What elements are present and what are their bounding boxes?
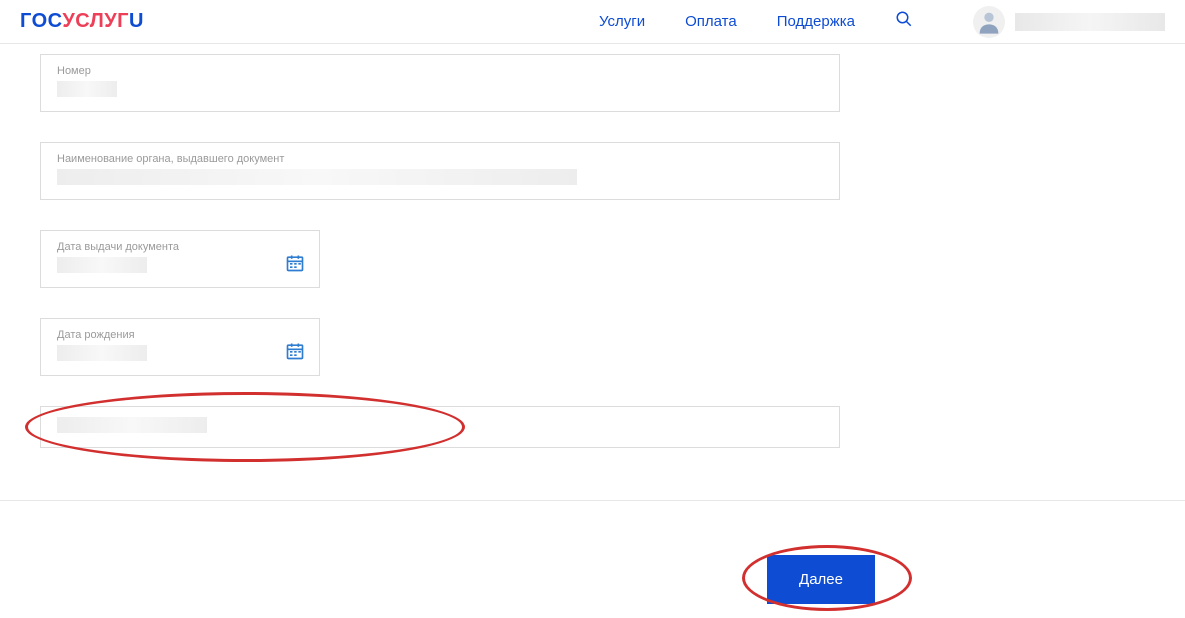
birth-date-label: Дата рождения <box>57 329 303 341</box>
calendar-icon[interactable] <box>285 253 305 278</box>
user-name <box>1015 13 1165 31</box>
issue-date-value <box>57 257 147 273</box>
footer-button-wrap: Далее <box>767 555 875 604</box>
issue-date-field[interactable]: Дата выдачи документа <box>40 230 320 288</box>
form-container: Номер Наименование органа, выдавшего док… <box>0 44 880 448</box>
next-button[interactable]: Далее <box>767 555 875 604</box>
number-value <box>57 81 117 97</box>
number-label: Номер <box>57 65 823 77</box>
number-field[interactable]: Номер <box>40 54 840 112</box>
user-section[interactable] <box>973 6 1165 38</box>
logo-part-1: ГОС <box>20 10 62 32</box>
logo-part-2: УСЛУГ <box>62 10 129 32</box>
birth-date-field[interactable]: Дата рождения <box>40 318 320 376</box>
nav-support[interactable]: Поддержка <box>777 13 855 30</box>
nav-services[interactable]: Услуги <box>599 13 645 30</box>
additional-field[interactable] <box>40 406 840 448</box>
nav-payment[interactable]: Оплата <box>685 13 737 30</box>
search-icon[interactable] <box>895 10 913 33</box>
issuer-label: Наименование органа, выдавшего документ <box>57 153 823 165</box>
header: ГОСУСЛУГU Услуги Оплата Поддержка <box>0 0 1185 44</box>
issuer-field[interactable]: Наименование органа, выдавшего документ <box>40 142 840 200</box>
avatar <box>973 6 1005 38</box>
issue-date-label: Дата выдачи документа <box>57 241 303 253</box>
logo-part-3: U <box>129 10 144 32</box>
site-logo: ГОСУСЛУГU <box>20 10 144 33</box>
main-nav: Услуги Оплата Поддержка <box>599 10 913 33</box>
calendar-icon[interactable] <box>285 341 305 366</box>
birth-date-value <box>57 345 147 361</box>
issuer-value <box>57 169 577 185</box>
additional-value <box>57 417 207 433</box>
highlighted-field-wrap <box>40 406 840 448</box>
divider <box>0 500 1185 501</box>
